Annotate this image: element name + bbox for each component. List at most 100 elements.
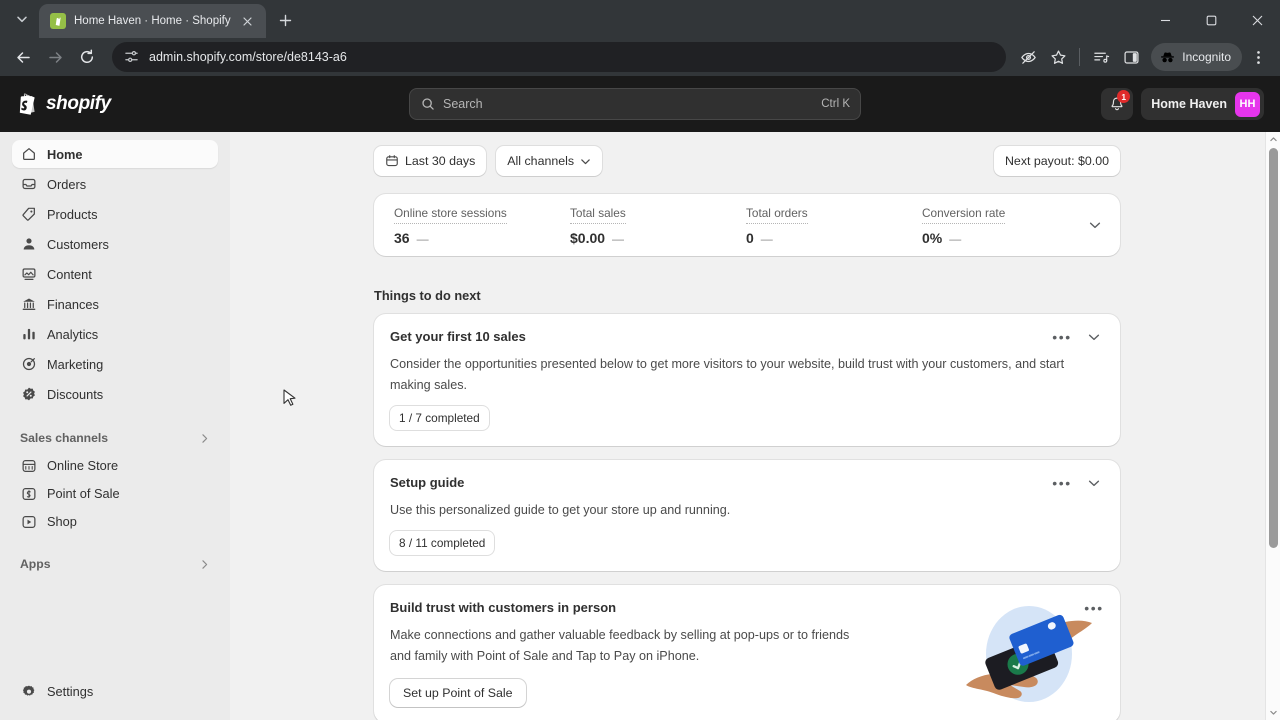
ellipsis-icon[interactable]: •••	[1052, 327, 1072, 347]
stats-expand-button[interactable]	[1078, 204, 1112, 246]
ellipsis-icon[interactable]: •••	[1052, 473, 1072, 493]
address-bar[interactable]: admin.shopify.com/store/de8143-a6	[112, 42, 1006, 72]
topbar-right: 1 Home Haven HH	[1101, 88, 1264, 120]
sidebar-item-customers[interactable]: Customers	[12, 230, 218, 258]
search-input[interactable]: Search Ctrl K	[409, 88, 861, 120]
notifications-button[interactable]: 1	[1101, 88, 1133, 120]
sidebar-item-discounts[interactable]: Discounts	[12, 380, 218, 408]
stat-trend: —	[417, 232, 429, 246]
sidebar-section-apps[interactable]: Apps	[12, 550, 218, 578]
chevron-down-icon	[580, 156, 591, 167]
shopify-logo[interactable]: shopify	[16, 92, 111, 117]
stat-conversion-rate[interactable]: Conversion rate 0% —	[902, 204, 1078, 246]
sidebar-item-analytics[interactable]: Analytics	[12, 320, 218, 348]
browser-menu-button[interactable]	[1244, 43, 1272, 71]
stat-label: Total orders	[746, 207, 808, 224]
chevron-right-icon[interactable]	[199, 433, 210, 444]
sidebar-label: Point of Sale	[47, 486, 120, 501]
sidebar-item-products[interactable]: Products	[12, 200, 218, 228]
scroll-down-arrow[interactable]	[1266, 706, 1280, 720]
storefront-icon	[20, 457, 37, 474]
sidebar-item-finances[interactable]: Finances	[12, 290, 218, 318]
card-title: Build trust with customers in person	[390, 600, 616, 615]
stat-total-orders[interactable]: Total orders 0 —	[726, 204, 902, 246]
tracking-protection-button[interactable]	[1014, 43, 1042, 71]
setup-point-of-sale-button[interactable]: Set up Point of Sale	[390, 679, 526, 707]
tap-to-pay-illustration	[964, 599, 1094, 709]
stat-value: 36	[394, 230, 410, 246]
bookmark-button[interactable]	[1044, 43, 1072, 71]
stat-value: 0	[746, 230, 754, 246]
sidebar-label: Customers	[47, 237, 109, 252]
browser-window: Home Haven · Home · Shopify	[0, 0, 1280, 720]
card-body: Make connections and gather valuable fee…	[390, 625, 860, 666]
next-payout-label: Next payout: $0.00	[1005, 154, 1109, 168]
new-tab-button[interactable]	[272, 6, 300, 34]
sidebar-label: Products	[47, 207, 98, 222]
scrollbar-thumb[interactable]	[1269, 148, 1278, 548]
pos-register-icon	[20, 485, 37, 502]
shopify-bag-icon	[50, 13, 66, 29]
date-range-label: Last 30 days	[405, 154, 475, 168]
date-range-filter[interactable]: Last 30 days	[374, 146, 486, 176]
sidebar-item-online-store[interactable]: Online Store	[12, 452, 218, 479]
sidebar-item-point-of-sale[interactable]: Point of Sale	[12, 480, 218, 507]
progress-chip[interactable]: 1 / 7 completed	[390, 406, 489, 430]
sidebar-item-content[interactable]: Content	[12, 260, 218, 288]
person-icon	[20, 236, 37, 253]
sidebar-label: Discounts	[47, 387, 103, 402]
sidebar-item-home[interactable]: Home	[12, 140, 218, 168]
search-shortcut: Ctrl K	[821, 98, 850, 110]
stat-total-sales[interactable]: Total sales $0.00 —	[550, 204, 726, 246]
sidebar-label: Marketing	[47, 357, 103, 372]
sidebar-label: Analytics	[47, 327, 98, 342]
scroll-up-arrow[interactable]	[1266, 132, 1280, 146]
browser-tab[interactable]: Home Haven · Home · Shopify	[39, 4, 266, 38]
mouse-pointer	[283, 389, 297, 409]
notification-badge: 1	[1117, 90, 1130, 103]
app-body: Home Orders Products	[0, 132, 1280, 720]
chevron-right-icon[interactable]	[199, 559, 210, 570]
close-icon[interactable]	[239, 12, 257, 30]
card-body: Use this personalized guide to get your …	[390, 500, 1080, 520]
product-tag-icon	[20, 206, 37, 223]
minimize-icon[interactable]	[1142, 0, 1188, 40]
card-title: Get your first 10 sales	[390, 329, 526, 344]
sidebar-item-shop[interactable]: Shop	[12, 508, 218, 535]
tab-search-button[interactable]	[8, 5, 36, 33]
tune-icon[interactable]	[124, 49, 140, 65]
sidebar-label: Settings	[47, 684, 93, 699]
chevron-down-icon[interactable]	[1084, 473, 1104, 493]
sidebar-item-settings[interactable]: Settings	[12, 678, 101, 706]
vertical-scrollbar[interactable]	[1265, 132, 1280, 720]
sidebar-section-sales-channels[interactable]: Sales channels	[12, 424, 218, 452]
store-menu-button[interactable]: Home Haven HH	[1141, 88, 1264, 120]
chevron-down-icon[interactable]	[1084, 327, 1104, 347]
window-controls	[1142, 0, 1280, 40]
back-button[interactable]	[8, 42, 38, 72]
forward-button[interactable]	[40, 42, 70, 72]
gear-icon	[20, 683, 37, 700]
bank-icon	[20, 296, 37, 313]
stat-online-store-sessions[interactable]: Online store sessions 36 —	[374, 204, 550, 246]
channels-filter[interactable]: All channels	[496, 146, 602, 176]
arrow-left-icon	[15, 49, 32, 66]
sidebar-item-orders[interactable]: Orders	[12, 170, 218, 198]
kebab-menu-icon	[1250, 49, 1267, 66]
reload-button[interactable]	[72, 42, 102, 72]
sidebar-label: Shop	[47, 514, 77, 529]
card-build-trust-in-person: Build trust with customers in person •••…	[374, 585, 1120, 720]
progress-chip[interactable]: 8 / 11 completed	[390, 531, 494, 555]
window-close-icon[interactable]	[1234, 0, 1280, 40]
maximize-icon[interactable]	[1188, 0, 1234, 40]
incognito-indicator[interactable]: Incognito	[1151, 43, 1242, 71]
search-placeholder: Search	[443, 97, 813, 111]
sidebar-label: Content	[47, 267, 92, 282]
main-content: Last 30 days All channels Next payout: $…	[230, 132, 1280, 720]
side-panel-button[interactable]	[1117, 43, 1145, 71]
arrow-right-icon	[47, 49, 64, 66]
reading-list-button[interactable]	[1087, 43, 1115, 71]
sidebar-label: Orders	[47, 177, 86, 192]
sidebar-item-marketing[interactable]: Marketing	[12, 350, 218, 378]
next-payout-button[interactable]: Next payout: $0.00	[994, 146, 1120, 176]
